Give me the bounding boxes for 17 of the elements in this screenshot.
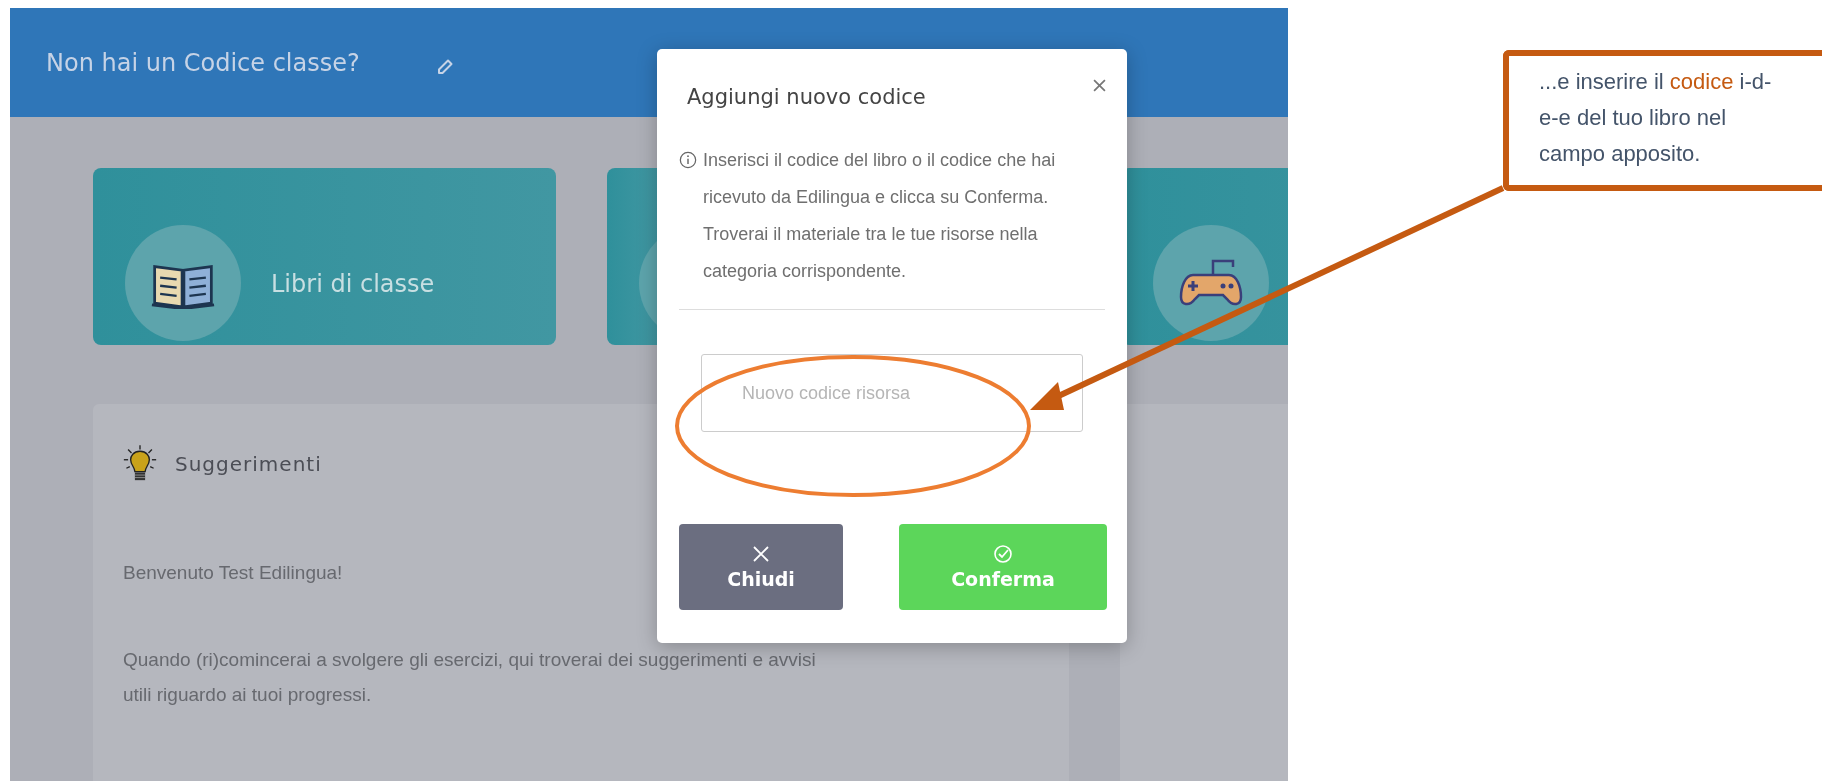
suggestions-title: Suggerimenti bbox=[175, 452, 322, 476]
x-icon bbox=[751, 544, 771, 564]
info-icon bbox=[679, 151, 697, 169]
callout-text: ...e inserire il codice i-d-e-e del tuo libro nel campo apposito. bbox=[1539, 69, 1772, 166]
tile-card[interactable]: Libri di classe bbox=[93, 168, 556, 345]
suggestion-text: Benvenuto Test Edilingua! bbox=[123, 561, 343, 585]
dialog-title: Aggiungi nuovo codice bbox=[687, 85, 926, 109]
suggestion-text: Quando (ri)comincerai a svolgere gli esercizi, qui troverai dei suggerimenti e avvisi utili riguardo ai tuoi progressi. bbox=[123, 648, 817, 707]
dialog-info-text: Inserisci il codice del libro o il codice che hai ricevuto da Edilingua e clicca su Conferma. Troverai il materiale tra le tue risorse nella categoria corrispondente. bbox=[703, 149, 1057, 283]
check-circle-icon bbox=[993, 544, 1013, 564]
close-icon[interactable] bbox=[1093, 79, 1106, 92]
close-button[interactable]: Chiudi bbox=[679, 524, 843, 610]
confirm-button[interactable]: Conferma bbox=[899, 524, 1107, 610]
header-title: Non hai un Codice classe? bbox=[46, 48, 360, 77]
code-input-field[interactable]: Nuovo codice risorsa bbox=[701, 354, 1083, 432]
tile-label: Libri di classe bbox=[271, 270, 435, 298]
tile-card[interactable] bbox=[607, 168, 657, 345]
